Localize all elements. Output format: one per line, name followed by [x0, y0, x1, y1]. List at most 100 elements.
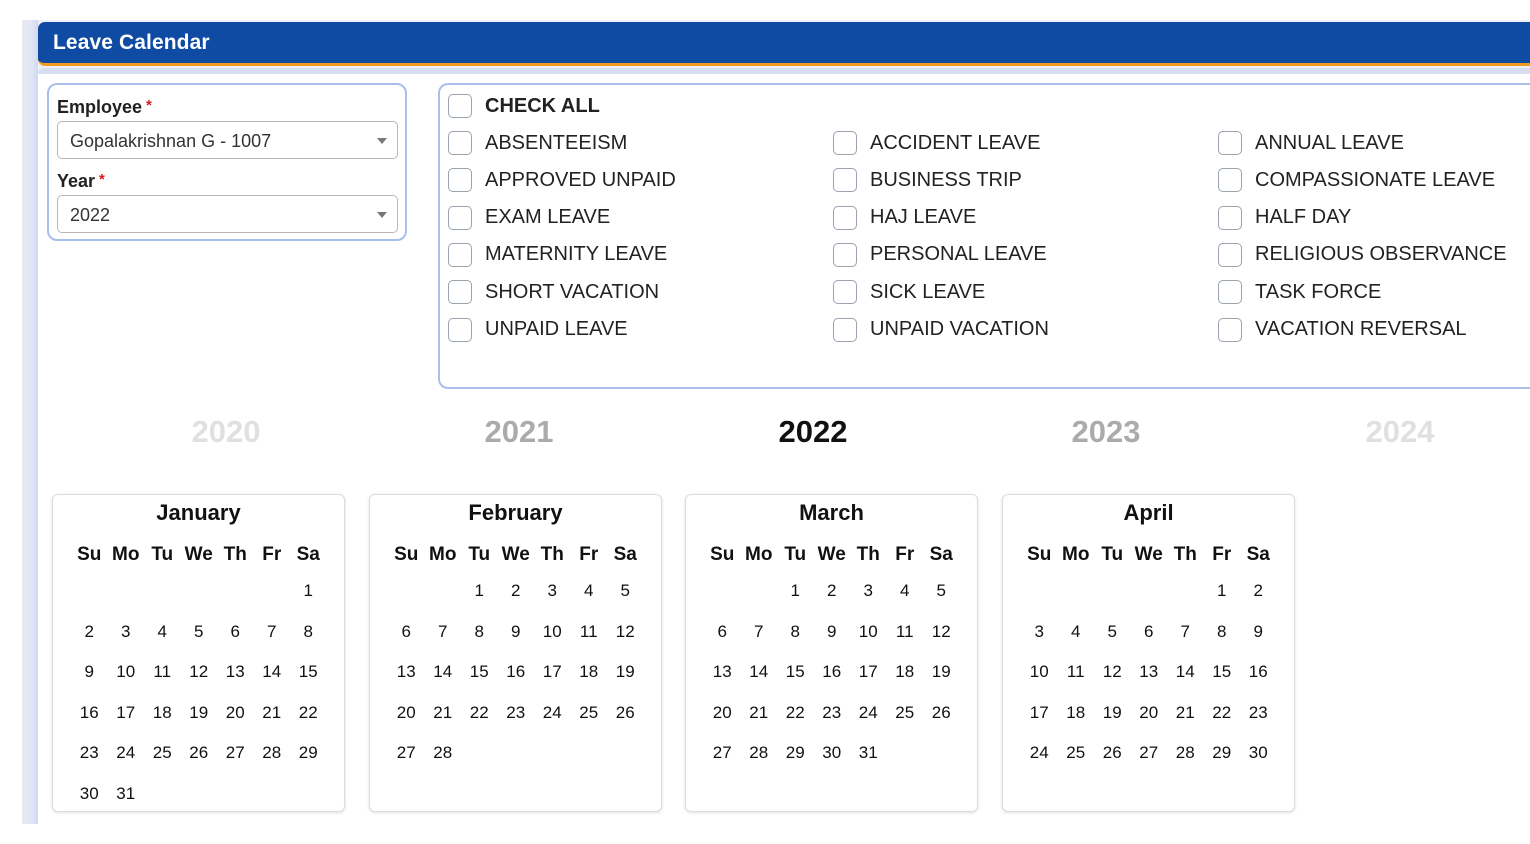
day-cell[interactable]: 24: [534, 703, 571, 723]
day-cell[interactable]: 30: [814, 743, 851, 763]
day-cell[interactable]: 12: [923, 622, 960, 642]
day-cell[interactable]: 14: [425, 662, 462, 682]
day-cell[interactable]: 5: [181, 622, 218, 642]
day-cell[interactable]: 17: [108, 703, 145, 723]
leave-type-checkbox[interactable]: COMPASSIONATE LEAVE: [1218, 168, 1495, 193]
checkbox-icon[interactable]: [833, 242, 857, 267]
day-cell[interactable]: 10: [1021, 662, 1058, 682]
leave-type-checkbox[interactable]: HALF DAY: [1218, 205, 1351, 230]
day-cell[interactable]: 23: [1240, 703, 1277, 723]
day-cell[interactable]: 23: [71, 743, 108, 763]
checkbox-icon[interactable]: [1218, 242, 1242, 267]
year-link-2021[interactable]: 2021: [485, 414, 554, 450]
day-cell[interactable]: 28: [741, 743, 778, 763]
day-cell[interactable]: 28: [1167, 743, 1204, 763]
day-cell[interactable]: 7: [425, 622, 462, 642]
day-cell[interactable]: 18: [1058, 703, 1095, 723]
year-select[interactable]: 2022: [57, 195, 398, 233]
day-cell[interactable]: 14: [1167, 662, 1204, 682]
day-cell[interactable]: 6: [1131, 622, 1168, 642]
day-cell[interactable]: 27: [1131, 743, 1168, 763]
checkbox-icon[interactable]: [1218, 280, 1242, 305]
day-cell[interactable]: 24: [850, 703, 887, 723]
leave-type-checkbox[interactable]: VACATION REVERSAL: [1218, 317, 1467, 342]
day-cell[interactable]: 18: [144, 703, 181, 723]
day-cell[interactable]: 18: [887, 662, 924, 682]
day-cell[interactable]: 11: [1058, 662, 1095, 682]
day-cell[interactable]: 16: [814, 662, 851, 682]
day-cell[interactable]: 20: [1131, 703, 1168, 723]
day-cell[interactable]: 18: [571, 662, 608, 682]
day-cell[interactable]: 29: [290, 743, 327, 763]
day-cell[interactable]: 26: [1094, 743, 1131, 763]
day-cell[interactable]: 21: [425, 703, 462, 723]
leave-type-checkbox[interactable]: HAJ LEAVE: [833, 205, 976, 230]
day-cell[interactable]: 14: [254, 662, 291, 682]
day-cell[interactable]: 19: [607, 662, 644, 682]
leave-type-checkbox[interactable]: ACCIDENT LEAVE: [833, 131, 1040, 155]
employee-select[interactable]: Gopalakrishnan G - 1007: [57, 121, 398, 159]
checkbox-icon[interactable]: [448, 168, 472, 193]
leave-type-checkbox[interactable]: MATERNITY LEAVE: [448, 242, 667, 267]
day-cell[interactable]: 21: [741, 703, 778, 723]
day-cell[interactable]: 2: [814, 581, 851, 601]
day-cell[interactable]: 16: [71, 703, 108, 723]
day-cell[interactable]: 13: [1131, 662, 1168, 682]
day-cell[interactable]: 26: [607, 703, 644, 723]
year-link-2023[interactable]: 2023: [1072, 414, 1141, 450]
day-cell[interactable]: 21: [1167, 703, 1204, 723]
leave-type-checkbox[interactable]: ABSENTEEISM: [448, 131, 627, 155]
day-cell[interactable]: 7: [741, 622, 778, 642]
day-cell[interactable]: 13: [217, 662, 254, 682]
leave-type-checkbox[interactable]: UNPAID VACATION: [833, 317, 1049, 342]
leave-type-checkbox[interactable]: BUSINESS TRIP: [833, 168, 1022, 193]
day-cell[interactable]: 20: [388, 703, 425, 723]
day-cell[interactable]: 4: [571, 581, 608, 601]
day-cell[interactable]: 8: [461, 622, 498, 642]
day-cell[interactable]: 3: [1021, 622, 1058, 642]
day-cell[interactable]: 6: [704, 622, 741, 642]
day-cell[interactable]: 1: [290, 581, 327, 601]
day-cell[interactable]: 20: [704, 703, 741, 723]
day-cell[interactable]: 10: [108, 662, 145, 682]
leave-type-checkbox[interactable]: PERSONAL LEAVE: [833, 242, 1047, 267]
day-cell[interactable]: 12: [181, 662, 218, 682]
leave-type-checkbox[interactable]: SHORT VACATION: [448, 280, 659, 305]
checkbox-icon[interactable]: [833, 168, 857, 193]
day-cell[interactable]: 2: [71, 622, 108, 642]
day-cell[interactable]: 25: [571, 703, 608, 723]
leave-type-checkbox[interactable]: SICK LEAVE: [833, 280, 985, 305]
day-cell[interactable]: 24: [108, 743, 145, 763]
day-cell[interactable]: 26: [923, 703, 960, 723]
day-cell[interactable]: 11: [887, 622, 924, 642]
day-cell[interactable]: 3: [108, 622, 145, 642]
day-cell[interactable]: 21: [254, 703, 291, 723]
checkbox-icon[interactable]: [448, 94, 472, 118]
day-cell[interactable]: 2: [1240, 581, 1277, 601]
day-cell[interactable]: 4: [887, 581, 924, 601]
day-cell[interactable]: 9: [814, 622, 851, 642]
leave-type-checkbox[interactable]: TASK FORCE: [1218, 280, 1381, 305]
day-cell[interactable]: 30: [71, 784, 108, 804]
day-cell[interactable]: 1: [461, 581, 498, 601]
day-cell[interactable]: 11: [144, 662, 181, 682]
leave-type-checkbox[interactable]: RELIGIOUS OBSERVANCE: [1218, 242, 1507, 267]
year-link-2024[interactable]: 2024: [1366, 414, 1435, 450]
day-cell[interactable]: 19: [923, 662, 960, 682]
day-cell[interactable]: 17: [534, 662, 571, 682]
day-cell[interactable]: 16: [498, 662, 535, 682]
day-cell[interactable]: 28: [254, 743, 291, 763]
day-cell[interactable]: 5: [607, 581, 644, 601]
checkbox-icon[interactable]: [1218, 131, 1242, 155]
day-cell[interactable]: 4: [1058, 622, 1095, 642]
day-cell[interactable]: 5: [923, 581, 960, 601]
day-cell[interactable]: 19: [1094, 703, 1131, 723]
day-cell[interactable]: 9: [71, 662, 108, 682]
day-cell[interactable]: 24: [1021, 743, 1058, 763]
day-cell[interactable]: 27: [388, 743, 425, 763]
day-cell[interactable]: 3: [534, 581, 571, 601]
day-cell[interactable]: 16: [1240, 662, 1277, 682]
checkbox-icon[interactable]: [833, 280, 857, 305]
day-cell[interactable]: 8: [290, 622, 327, 642]
day-cell[interactable]: 22: [290, 703, 327, 723]
